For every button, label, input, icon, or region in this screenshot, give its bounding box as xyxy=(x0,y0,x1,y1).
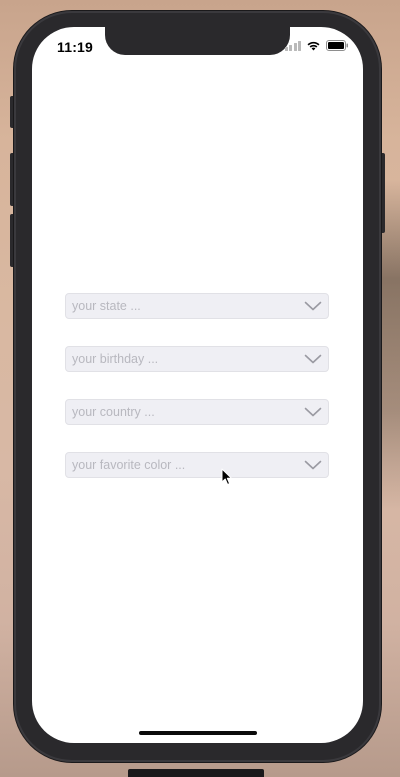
country-dropdown[interactable]: your country ... xyxy=(65,399,329,425)
cellular-signal-icon xyxy=(284,40,301,51)
home-indicator[interactable] xyxy=(139,731,257,735)
status-icons xyxy=(284,40,350,51)
chevron-down-icon xyxy=(304,407,322,417)
country-dropdown-placeholder: your country ... xyxy=(72,405,155,419)
chevron-down-icon xyxy=(304,301,322,311)
wifi-icon xyxy=(307,41,320,51)
notch xyxy=(105,27,290,55)
phone-screen: 11:19 your state ... your birthday ... y… xyxy=(32,27,363,743)
birthday-dropdown-placeholder: your birthday ... xyxy=(72,352,159,366)
mouse-cursor-icon xyxy=(221,468,232,485)
chevron-down-icon xyxy=(304,354,322,364)
favorite-color-dropdown[interactable]: your favorite color ... xyxy=(65,452,329,478)
state-dropdown[interactable]: your state ... xyxy=(65,293,329,319)
status-time: 11:19 xyxy=(57,39,94,55)
favorite-color-dropdown-placeholder: your favorite color ... xyxy=(72,458,186,472)
state-dropdown-placeholder: your state ... xyxy=(72,299,141,313)
chevron-down-icon xyxy=(304,460,322,470)
battery-icon xyxy=(326,40,348,51)
bottom-bar xyxy=(128,769,264,777)
birthday-dropdown[interactable]: your birthday ... xyxy=(65,346,329,372)
